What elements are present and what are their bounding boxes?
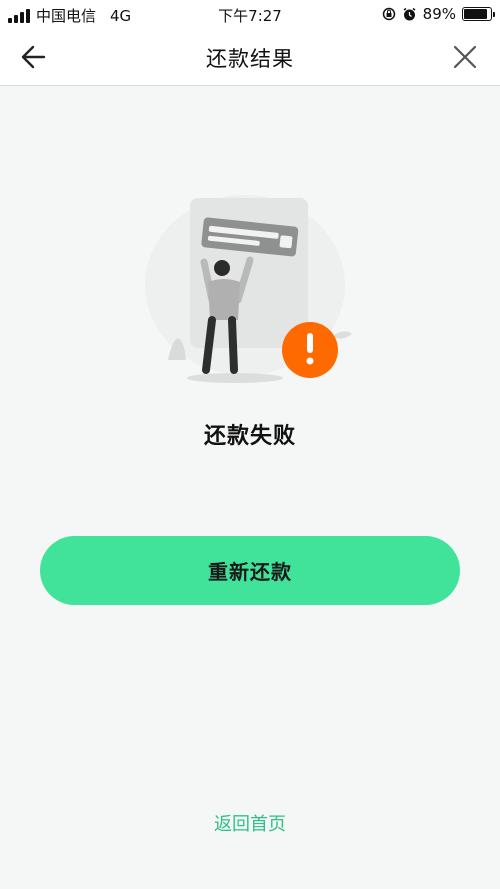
status-bar: 中国电信 4G 下午7:27 89% <box>0 0 500 28</box>
close-button[interactable] <box>450 42 480 72</box>
status-right: 89% <box>382 5 495 23</box>
failure-illustration <box>140 190 360 390</box>
battery-fill <box>464 9 488 19</box>
battery-icon <box>462 7 495 21</box>
alarm-icon <box>403 7 416 20</box>
result-title: 还款失败 <box>203 424 296 449</box>
retry-payment-button[interactable]: 重新还款 <box>40 536 460 605</box>
page-title: 还款结果 <box>206 47 294 71</box>
return-home-link[interactable]: 返回首页 <box>0 810 500 836</box>
alert-icon <box>282 322 338 378</box>
battery-percent: 89% <box>422 5 456 23</box>
nav-bar: 还款结果 <box>0 28 500 86</box>
orientation-lock-icon <box>382 7 395 21</box>
close-icon <box>453 45 477 69</box>
